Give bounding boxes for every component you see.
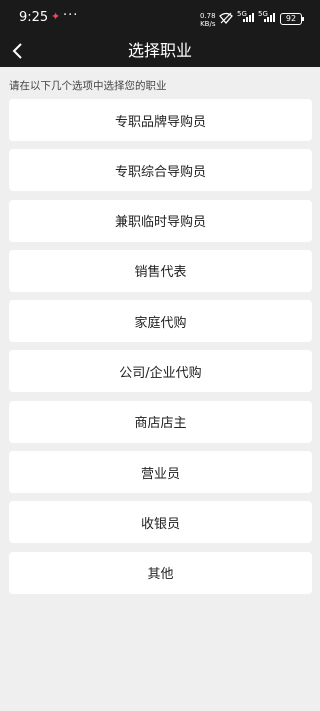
wifi-icon bbox=[219, 12, 233, 27]
battery-icon: 92 bbox=[280, 13, 304, 25]
occupation-option[interactable]: 专职品牌导购员 bbox=[9, 99, 312, 141]
network-type-2: 5G bbox=[258, 10, 268, 18]
occupation-option[interactable]: 其他 bbox=[9, 551, 312, 594]
status-time: 9:25 bbox=[19, 10, 49, 25]
speed-value: 0.78 bbox=[200, 12, 216, 20]
occupation-option[interactable]: 收银员 bbox=[9, 501, 312, 544]
occupation-list: 专职品牌导购员 专职综合导购员 兼职临时导购员 销售代表 家庭代购 公司/企业代… bbox=[9, 99, 312, 602]
signal-icon-1: 5G bbox=[237, 10, 255, 26]
nav-bar: 选择职业 bbox=[0, 40, 320, 67]
network-speed: 0.78 KB/s bbox=[200, 12, 216, 28]
speed-unit: KB/s bbox=[200, 20, 216, 28]
instruction-text: 请在以下几个选项中选择您的职业 bbox=[9, 80, 167, 92]
notification-icon: ✦ bbox=[51, 10, 61, 23]
occupation-option[interactable]: 公司/企业代购 bbox=[9, 350, 312, 393]
occupation-option[interactable]: 商店店主 bbox=[9, 400, 312, 443]
occupation-option[interactable]: 销售代表 bbox=[9, 249, 312, 292]
page-title: 选择职业 bbox=[127, 41, 192, 60]
network-type-1: 5G bbox=[237, 10, 247, 18]
occupation-option[interactable]: 专职综合导购员 bbox=[9, 149, 312, 192]
status-bar: 9:25 ✦ ··· 0.78 KB/s 5G 5G 92 bbox=[0, 0, 320, 40]
occupation-option[interactable]: 家庭代购 bbox=[9, 300, 312, 343]
occupation-option[interactable]: 营业员 bbox=[9, 451, 312, 494]
occupation-option[interactable]: 兼职临时导购员 bbox=[9, 199, 312, 242]
more-notifications-icon: ··· bbox=[63, 8, 79, 23]
signal-icon-2: 5G bbox=[258, 10, 276, 26]
